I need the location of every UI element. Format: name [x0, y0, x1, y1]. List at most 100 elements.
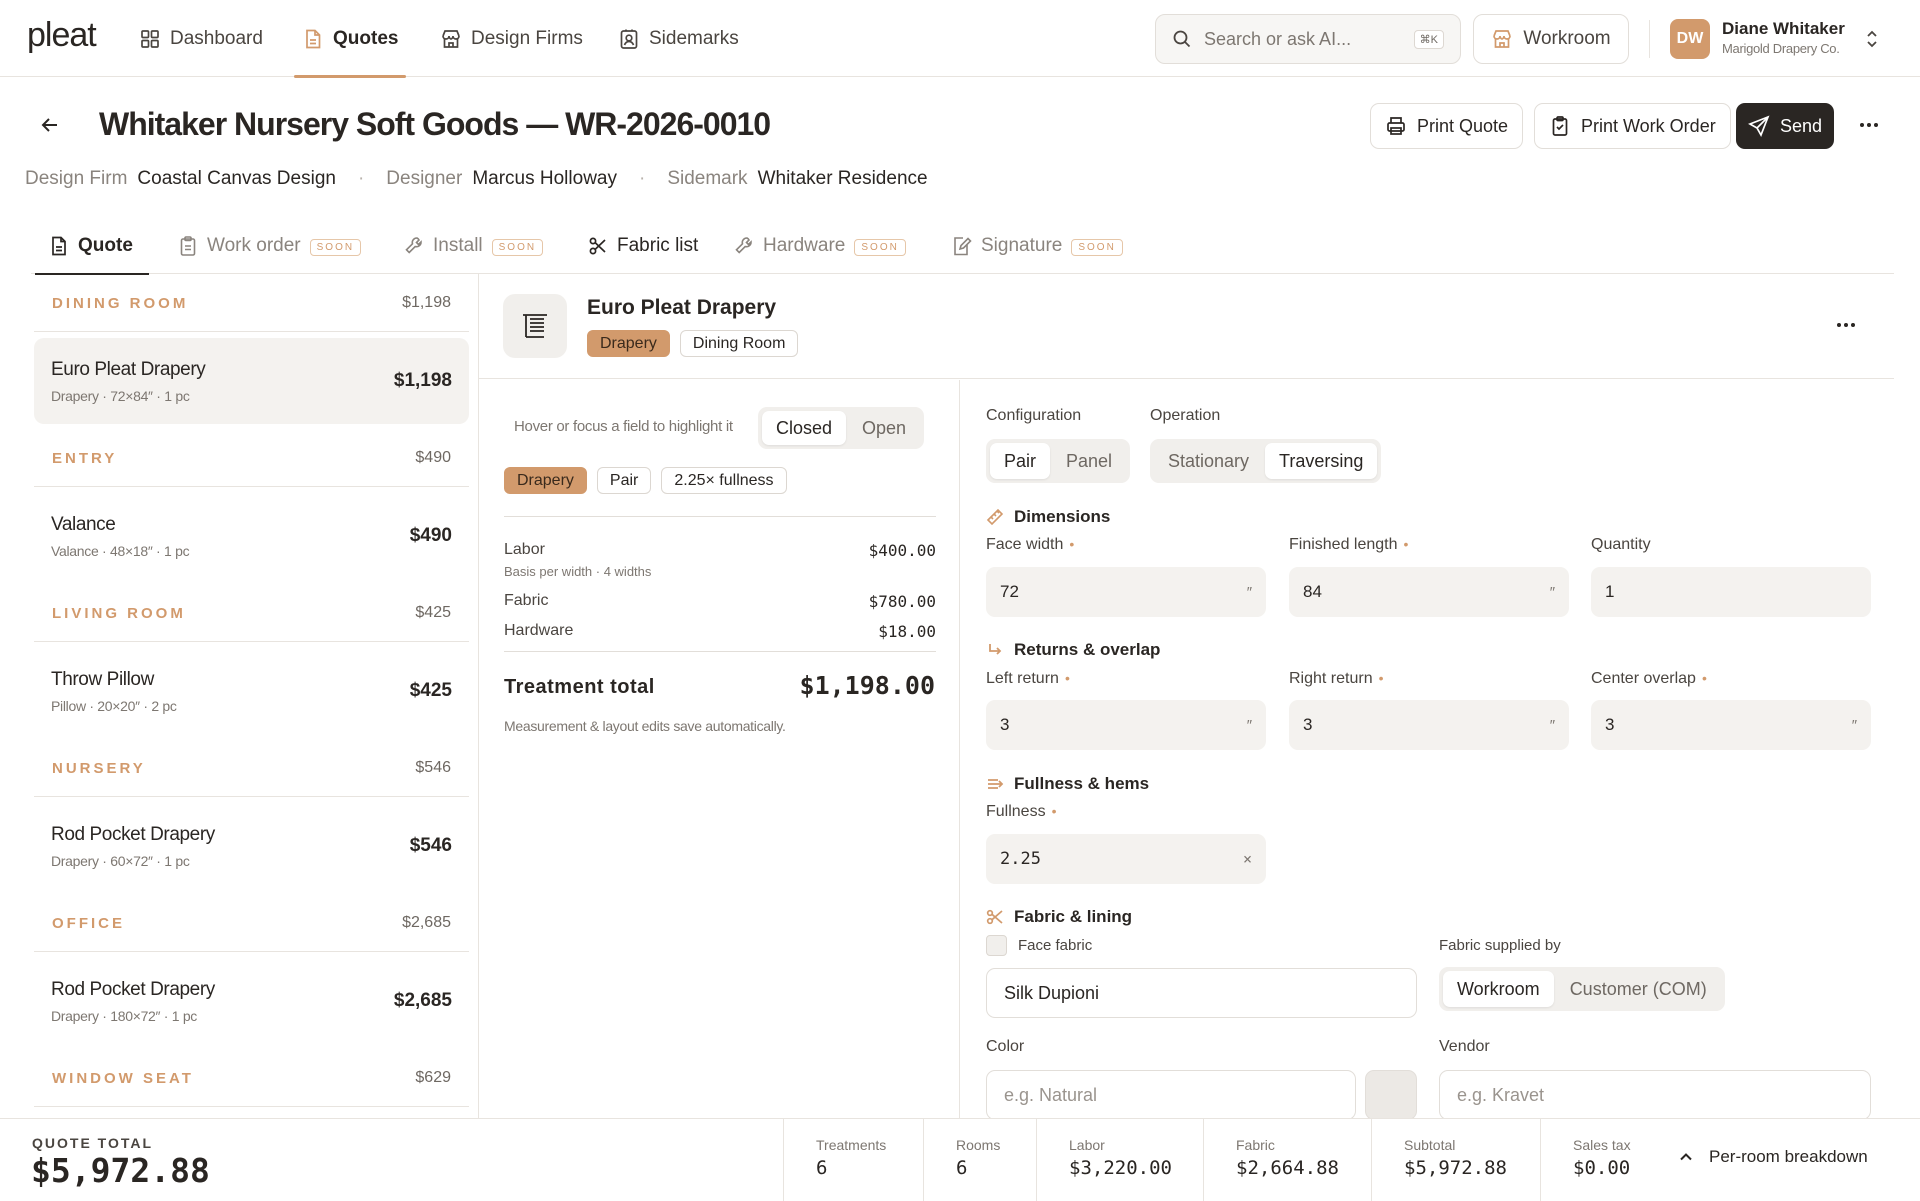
label-text: Finished length [1289, 536, 1398, 553]
supplied-by-toggle: Workroom Customer (COM) [1439, 967, 1725, 1011]
nav-dashboard[interactable]: Dashboard [139, 0, 263, 77]
tab-install[interactable]: Install SOON [404, 228, 544, 274]
list-item[interactable]: Rod Pocket Drapery Drapery · 60×72″ · 1 p… [34, 803, 469, 889]
labor-row: Labor $400.00 [504, 541, 936, 560]
user-name[interactable]: Diane Whitaker [1722, 19, 1845, 39]
tab-fabric-list[interactable]: Fabric list [588, 228, 698, 274]
workroom-option[interactable]: Workroom [1443, 971, 1554, 1007]
send-button[interactable]: Send [1736, 103, 1834, 149]
required-dot: • [1064, 670, 1070, 686]
right-return-input[interactable]: 3 ″ [1289, 700, 1569, 750]
printer-icon [1387, 117, 1405, 135]
tab-quote[interactable]: Quote [35, 228, 149, 275]
sidemark-value[interactable]: Whitaker Residence [758, 168, 928, 190]
search-input[interactable]: Search or ask AI... ⌘K [1155, 14, 1461, 64]
color-input[interactable]: e.g. Natural [986, 1070, 1356, 1118]
tab-hardware[interactable]: Hardware SOON [734, 228, 906, 274]
room-total: $490 [415, 449, 451, 466]
more-options-icon[interactable] [1858, 114, 1880, 136]
unit-suffix: ″ [1246, 583, 1252, 601]
vendor-input[interactable]: e.g. Kravet [1439, 1070, 1871, 1118]
type-chip: Drapery [587, 330, 670, 357]
room-header[interactable]: ENTRY $490 [34, 430, 469, 487]
stationary-option[interactable]: Stationary [1154, 443, 1263, 479]
fabric-row: Fabric $780.00 [504, 592, 936, 611]
avatar[interactable]: DW [1670, 19, 1710, 59]
input-value: 3 [1605, 715, 1615, 734]
list-item[interactable]: Euro Pleat Drapery Drapery · 72×84″ · 1 p… [34, 338, 469, 424]
face-fabric-input[interactable]: Silk Dupioni [986, 968, 1417, 1018]
list-item[interactable]: Throw Pillow Pillow · 20×20″ · 2 pc $425 [34, 648, 469, 734]
nav-sidemarks[interactable]: Sidemarks [618, 0, 739, 77]
room-name: WINDOW SEAT [52, 1069, 194, 1087]
hardware-label: Hardware [504, 622, 574, 639]
pair-option[interactable]: Pair [990, 443, 1051, 479]
section-title: Fullness & hems [1014, 774, 1150, 793]
item-price: $2,685 [393, 990, 452, 1011]
list-item[interactable]: Rod Pocket Drapery Drapery · 180×72″ · 1 … [34, 958, 469, 1044]
tab-label: Install [433, 235, 483, 256]
scissors-icon [986, 909, 1003, 925]
face-width-label: Face width • [986, 536, 1074, 554]
app-logo[interactable]: pleat [27, 16, 97, 55]
room-header[interactable]: NURSERY $546 [34, 740, 469, 797]
workroom-button[interactable]: Workroom [1473, 14, 1629, 64]
face-width-input[interactable]: 72 ″ [986, 567, 1266, 617]
print-work-order-button[interactable]: Print Work Order [1534, 103, 1731, 149]
item-sub: Drapery · 60×72″ · 1 pc [51, 852, 190, 869]
finished-length-input[interactable]: 84 ″ [1289, 567, 1569, 617]
closed-option[interactable]: Closed [762, 411, 847, 445]
configuration-toggle: Pair Panel [986, 439, 1131, 483]
per-room-breakdown-toggle[interactable]: Per-room breakdown [1677, 1147, 1868, 1167]
quantity-input[interactable]: 1 [1591, 567, 1871, 617]
divider [504, 516, 936, 517]
summary-chip: Drapery [504, 467, 587, 494]
center-overlap-input[interactable]: 3 ″ [1591, 700, 1871, 750]
room-header[interactable]: WINDOW SEAT $629 [34, 1050, 469, 1107]
fullness-input[interactable]: 2.25 × [986, 834, 1266, 884]
input-value: 3 [1000, 715, 1010, 734]
chevron-up-down-icon[interactable] [1862, 28, 1882, 50]
print-quote-label: Print Quote [1417, 115, 1509, 136]
back-arrow-icon[interactable] [38, 113, 62, 137]
tab-signature[interactable]: Signature SOON [952, 228, 1123, 274]
summary-chip: Pair [596, 467, 652, 494]
search-placeholder: Search or ask AI... [1204, 28, 1352, 49]
left-return-input[interactable]: 3 ″ [986, 700, 1266, 750]
tab-work-order[interactable]: Work order SOON [178, 228, 362, 274]
traversing-option[interactable]: Traversing [1265, 443, 1378, 479]
customer-com-option[interactable]: Customer (COM) [1556, 971, 1721, 1007]
autosave-note: Measurement & layout edits save automati… [504, 718, 786, 734]
room-header[interactable]: DINING ROOM $1,198 [34, 275, 469, 332]
item-name: Throw Pillow [51, 668, 154, 690]
panel-option[interactable]: Panel [1052, 443, 1126, 479]
required-dot: • [1069, 536, 1075, 552]
chevron-up-icon [1680, 1153, 1692, 1161]
print-quote-button[interactable]: Print Quote [1370, 103, 1524, 149]
section-title: Dimensions [1014, 507, 1111, 526]
tab-label: Work order [207, 235, 301, 256]
open-option[interactable]: Open [848, 411, 920, 445]
room-header[interactable]: LIVING ROOM $425 [34, 585, 469, 642]
more-options-icon[interactable] [1835, 314, 1857, 336]
color-swatch[interactable] [1365, 1070, 1417, 1118]
input-value: 72 [1000, 582, 1019, 601]
stat-label: Labor [1069, 1137, 1105, 1153]
face-fabric-checkbox[interactable] [986, 935, 1007, 956]
designer-value[interactable]: Marcus Holloway [472, 168, 617, 190]
room-total: $2,685 [402, 914, 451, 931]
room-header[interactable]: OFFICE $2,685 [34, 895, 469, 952]
quote-total-label: QUOTE TOTAL [32, 1135, 154, 1151]
stat-value: $2,664.88 [1236, 1157, 1339, 1179]
nav-quotes[interactable]: Quotes [293, 0, 407, 78]
unit-suffix: ″ [1246, 716, 1252, 734]
search-icon [1173, 30, 1191, 48]
item-price: $1,198 [393, 370, 452, 391]
stat-label: Subtotal [1404, 1137, 1456, 1153]
label-text: Right return [1289, 670, 1373, 687]
fullness-label: Fullness • [986, 803, 1056, 821]
nav-design-firms[interactable]: Design Firms [440, 0, 583, 77]
list-item[interactable]: Valance Valance · 48×18″ · 1 pc $490 [34, 493, 469, 579]
treatment-title: Euro Pleat Drapery [587, 296, 777, 319]
design-firm-value[interactable]: Coastal Canvas Design [137, 168, 336, 190]
